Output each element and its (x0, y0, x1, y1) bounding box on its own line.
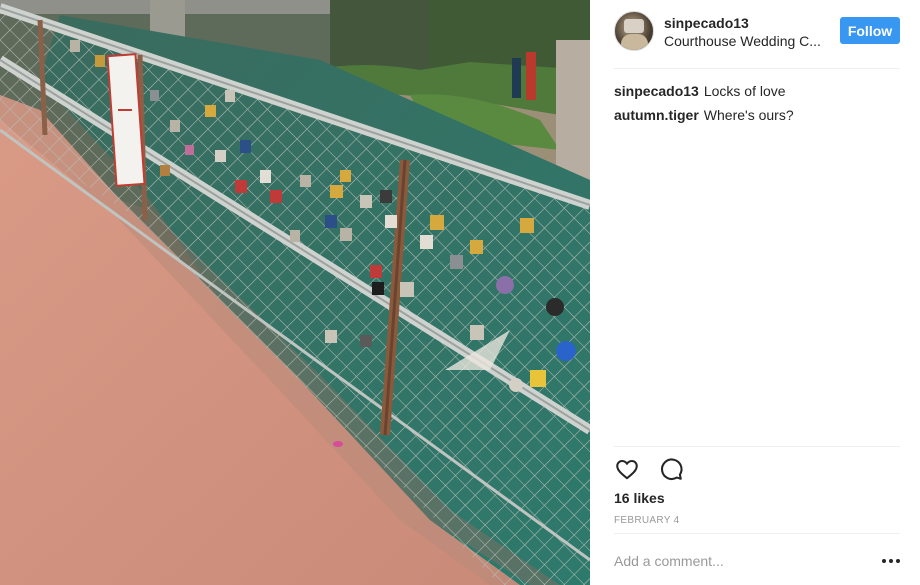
post-photo[interactable] (0, 0, 590, 585)
comment-icon[interactable] (658, 456, 684, 482)
author-username[interactable]: sinpecado13 (664, 15, 749, 31)
like-icon[interactable] (614, 456, 640, 482)
comment-author[interactable]: sinpecado13 (614, 83, 699, 99)
comments-list: sinpecado13 Locks of love autumn.tiger Whe… (614, 82, 900, 130)
follow-button[interactable]: Follow (840, 17, 900, 44)
comment-text: Locks of love (703, 83, 786, 99)
avatar[interactable] (614, 11, 654, 51)
avatar-photo-detail (624, 19, 644, 33)
comment-item: autumn.tiger Where's ours? (614, 106, 900, 124)
more-options-icon[interactable] (882, 553, 900, 569)
comment-item: sinpecado13 Locks of love (614, 82, 900, 100)
post-side-panel: sinpecado13 Courthouse Wedding C... Foll… (590, 0, 920, 585)
photo-illustration (0, 0, 590, 585)
comment-author[interactable]: autumn.tiger (614, 107, 699, 123)
divider (614, 533, 900, 534)
post-timestamp: FEBRUARY 4 (614, 515, 680, 526)
add-comment-input[interactable] (614, 550, 854, 572)
post-header: sinpecado13 Courthouse Wedding C... Foll… (590, 0, 920, 68)
comment-text: Where's ours? (703, 107, 794, 123)
post-actions (614, 456, 698, 482)
likes-count[interactable]: 16 likes (614, 490, 665, 506)
post-location[interactable]: Courthouse Wedding C... (664, 33, 824, 49)
instagram-post: sinpecado13 Courthouse Wedding C... Foll… (0, 0, 920, 585)
divider (614, 68, 900, 69)
divider (614, 446, 900, 447)
avatar-photo-detail (621, 34, 648, 50)
